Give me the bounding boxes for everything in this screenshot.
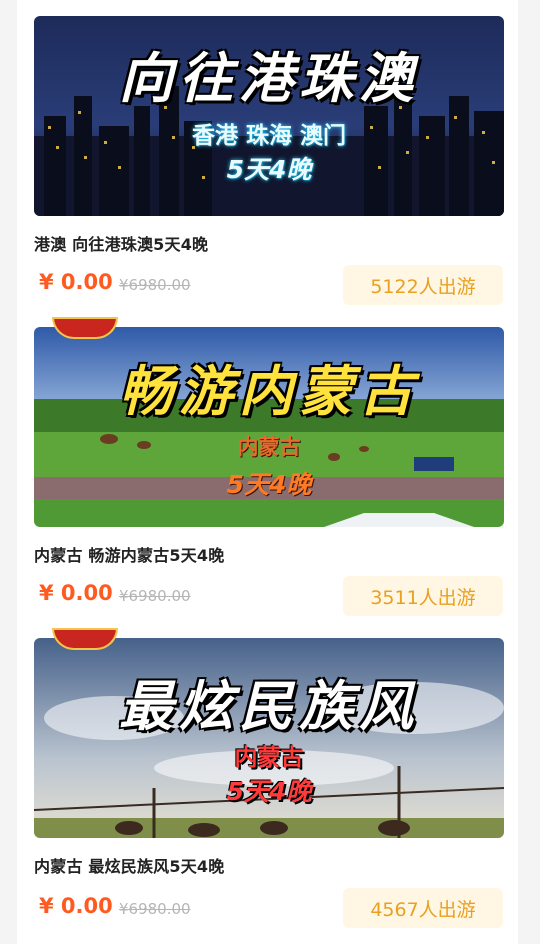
travelers-count-badge: 3511人出游 [343, 576, 503, 616]
tour-list: 向往港珠澳 香港 珠海 澳门 5天4晚 港澳 向往港珠澳5天4晚 ¥ 0.00 … [17, 0, 518, 944]
tour-banner-image[interactable]: 向往港珠澳 香港 珠海 澳门 5天4晚 [34, 16, 504, 216]
tour-name[interactable]: 内蒙古 最炫民族风5天4晚 [34, 853, 224, 877]
tour-price: ¥ 0.00 [39, 270, 113, 294]
tour-banner-image[interactable]: 最炫民族风 内蒙古 5天4晚 [34, 628, 504, 838]
tour-original-price: ¥6980.00 [119, 276, 191, 294]
banner-destinations: 香港 珠海 澳门 [191, 123, 346, 149]
banner-duration: 5天4晚 [226, 777, 312, 806]
tour-name[interactable]: 港澳 向往港珠澳5天4晚 [34, 231, 208, 255]
banner-duration: 5天4晚 [226, 470, 312, 499]
tour-card-inner-mongolia[interactable]: 畅游内蒙古 内蒙古 5天4晚 内蒙古 畅游内蒙古5天4晚 ¥ 0.00 ¥698… [17, 310, 518, 622]
travelers-count-badge: 4567人出游 [343, 888, 503, 928]
banner-title: 最炫民族风 [119, 674, 419, 738]
travelers-count-badge: 5122人出游 [343, 265, 503, 305]
tour-name[interactable]: 内蒙古 畅游内蒙古5天4晚 [34, 542, 224, 566]
tour-card-hk-zhuhai-macau[interactable]: 向往港珠澳 香港 珠海 澳门 5天4晚 港澳 向往港珠澳5天4晚 ¥ 0.00 … [17, 0, 518, 310]
tour-price: ¥ 0.00 [39, 581, 113, 605]
banner-title: 畅游内蒙古 [119, 359, 419, 423]
tour-banner-image[interactable]: 畅游内蒙古 内蒙古 5天4晚 [34, 317, 504, 527]
banner-destinations: 内蒙古 [237, 435, 301, 459]
tour-card-ethnic-style[interactable]: 最炫民族风 内蒙古 5天4晚 内蒙古 最炫民族风5天4晚 ¥ 0.00 ¥698… [17, 622, 518, 944]
banner-destinations: 内蒙古 [234, 745, 304, 771]
tour-original-price: ¥6980.00 [119, 900, 191, 918]
tour-original-price: ¥6980.00 [119, 587, 191, 605]
banner-duration: 5天4晚 [226, 155, 312, 184]
banner-title: 向往港珠澳 [119, 46, 419, 110]
tour-price: ¥ 0.00 [39, 894, 113, 918]
